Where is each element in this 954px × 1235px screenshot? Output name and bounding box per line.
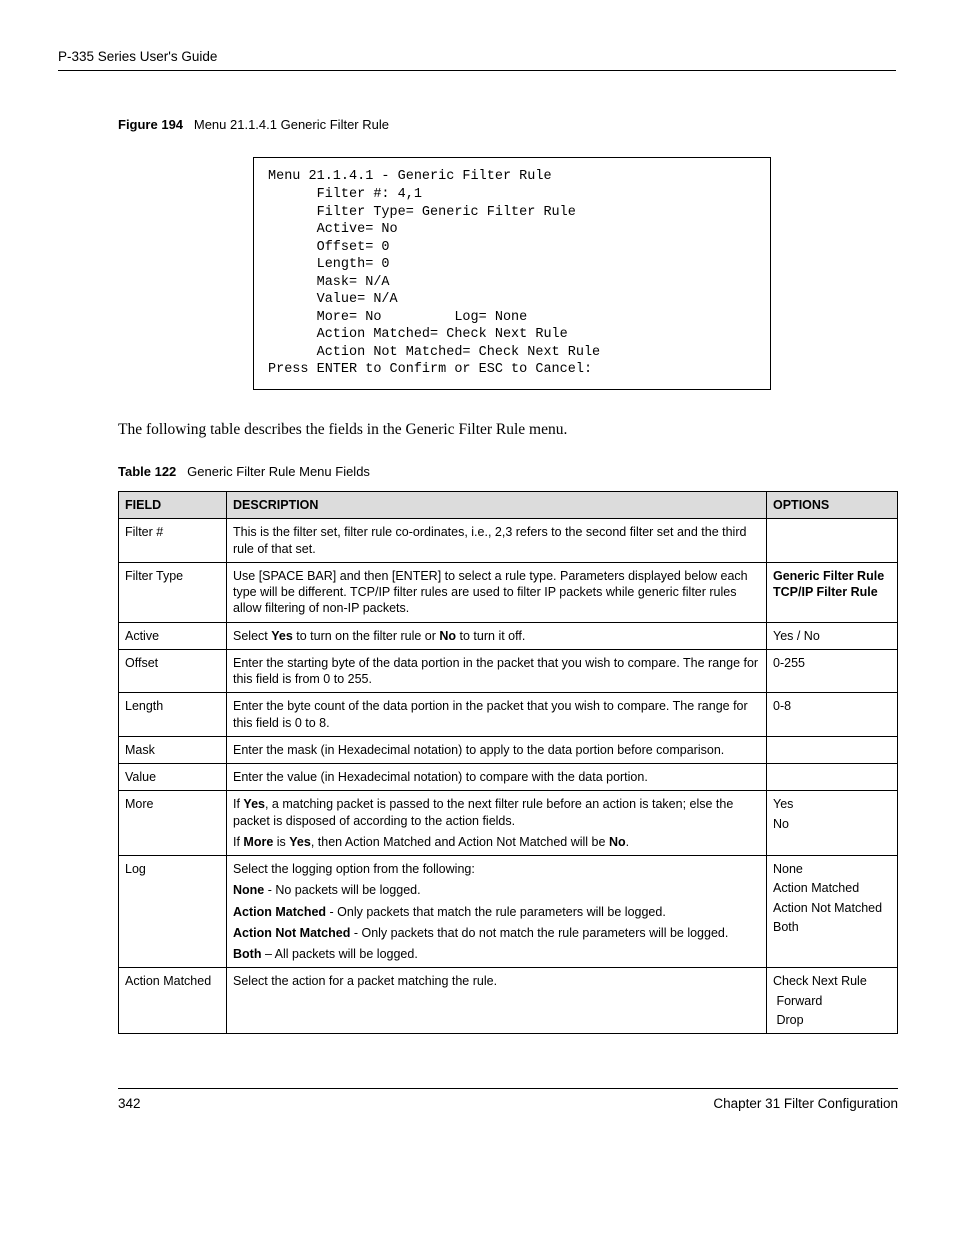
table-row: OffsetEnter the starting byte of the dat… xyxy=(119,649,898,693)
figure-caption: Figure 194 Menu 21.1.4.1 Generic Filter … xyxy=(118,117,896,134)
table-row: Filter #This is the filter set, filter r… xyxy=(119,519,898,563)
cell-description: Enter the mask (in Hexadecimal notation)… xyxy=(227,736,767,763)
running-header: P-335 Series User's Guide xyxy=(58,48,896,71)
cell-description: Select the logging option from the follo… xyxy=(227,856,767,968)
cell-field: Filter # xyxy=(119,519,227,563)
cell-description: Enter the byte count of the data portion… xyxy=(227,693,767,737)
cell-field: More xyxy=(119,791,227,856)
cell-options: YesNo xyxy=(767,791,898,856)
table-body: Filter #This is the filter set, filter r… xyxy=(119,519,898,1034)
table-caption: Table 122 Generic Filter Rule Menu Field… xyxy=(118,464,896,481)
header-title: P-335 Series User's Guide xyxy=(58,49,217,64)
table-row: Action MatchedSelect the action for a pa… xyxy=(119,968,898,1034)
cell-description: Select Yes to turn on the filter rule or… xyxy=(227,622,767,649)
table-row: MaskEnter the mask (in Hexadecimal notat… xyxy=(119,736,898,763)
cell-options: NoneAction MatchedAction Not MatchedBoth xyxy=(767,856,898,968)
cell-description: This is the filter set, filter rule co-o… xyxy=(227,519,767,563)
table-row: Filter TypeUse [SPACE BAR] and then [ENT… xyxy=(119,562,898,622)
table-row: ActiveSelect Yes to turn on the filter r… xyxy=(119,622,898,649)
cell-field: Value xyxy=(119,764,227,791)
cell-options: 0-8 xyxy=(767,693,898,737)
cell-description: Enter the starting byte of the data port… xyxy=(227,649,767,693)
page-footer: 342 Chapter 31 Filter Configuration xyxy=(118,1088,898,1113)
cell-field: Log xyxy=(119,856,227,968)
figure-label: Figure 194 xyxy=(118,117,183,132)
table-row: LengthEnter the byte count of the data p… xyxy=(119,693,898,737)
cell-options: Generic Filter RuleTCP/IP Filter Rule xyxy=(767,562,898,622)
cell-options xyxy=(767,736,898,763)
th-field: FIELD xyxy=(119,492,227,519)
table-row: ValueEnter the value (in Hexadecimal not… xyxy=(119,764,898,791)
cell-description: Select the action for a packet matching … xyxy=(227,968,767,1034)
cell-field: Offset xyxy=(119,649,227,693)
chapter-label: Chapter 31 Filter Configuration xyxy=(713,1095,898,1113)
table-title: Generic Filter Rule Menu Fields xyxy=(187,464,370,479)
intro-paragraph: The following table describes the fields… xyxy=(118,420,896,440)
cell-options: Yes / No xyxy=(767,622,898,649)
table-label: Table 122 xyxy=(118,464,176,479)
menu-screenshot-box: Menu 21.1.4.1 - Generic Filter Rule Filt… xyxy=(253,157,771,390)
cell-options: Check Next Rule Forward Drop xyxy=(767,968,898,1034)
cell-field: Filter Type xyxy=(119,562,227,622)
cell-options xyxy=(767,764,898,791)
cell-options: 0-255 xyxy=(767,649,898,693)
fields-table: FIELD DESCRIPTION OPTIONS Filter #This i… xyxy=(118,491,898,1034)
cell-field: Action Matched xyxy=(119,968,227,1034)
table-header-row: FIELD DESCRIPTION OPTIONS xyxy=(119,492,898,519)
th-opts: OPTIONS xyxy=(767,492,898,519)
cell-description: Use [SPACE BAR] and then [ENTER] to sele… xyxy=(227,562,767,622)
table-row: MoreIf Yes, a matching packet is passed … xyxy=(119,791,898,856)
cell-field: Active xyxy=(119,622,227,649)
table-row: LogSelect the logging option from the fo… xyxy=(119,856,898,968)
cell-options xyxy=(767,519,898,563)
page-number: 342 xyxy=(118,1095,141,1113)
cell-description: If Yes, a matching packet is passed to t… xyxy=(227,791,767,856)
cell-description: Enter the value (in Hexadecimal notation… xyxy=(227,764,767,791)
figure-title: Menu 21.1.4.1 Generic Filter Rule xyxy=(194,117,389,132)
cell-field: Length xyxy=(119,693,227,737)
cell-field: Mask xyxy=(119,736,227,763)
th-desc: DESCRIPTION xyxy=(227,492,767,519)
